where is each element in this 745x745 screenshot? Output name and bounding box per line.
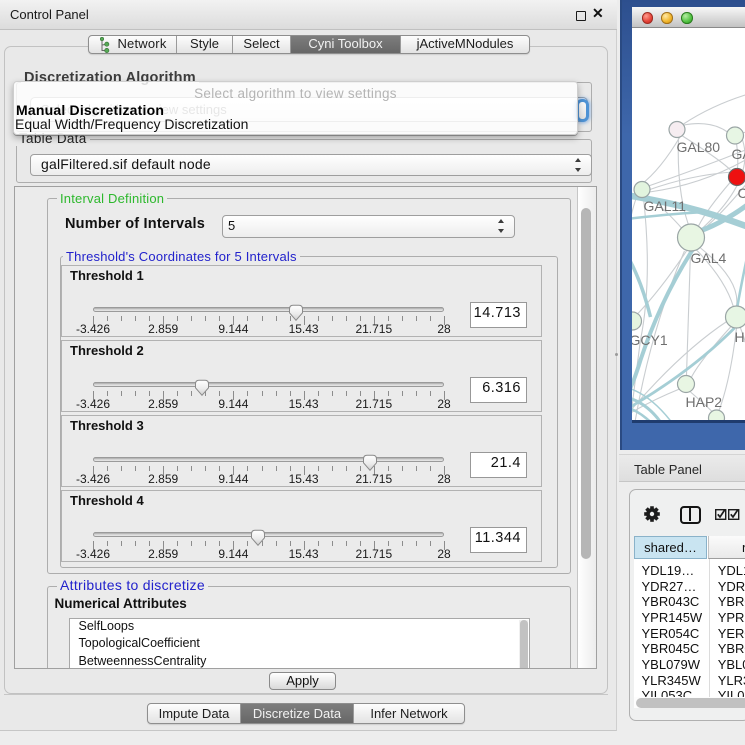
svg-text:GAL80: GAL80 [676, 139, 720, 155]
svg-text:GAL11: GAL11 [643, 198, 686, 214]
svg-text:GA: GA [731, 146, 745, 162]
svg-text:HA: HA [734, 329, 745, 345]
svg-text:GCY1: GCY1 [632, 332, 668, 348]
svg-text:C: C [737, 185, 745, 201]
svg-text:HAP2: HAP2 [685, 394, 722, 410]
svg-text:GAL4: GAL4 [690, 250, 726, 266]
